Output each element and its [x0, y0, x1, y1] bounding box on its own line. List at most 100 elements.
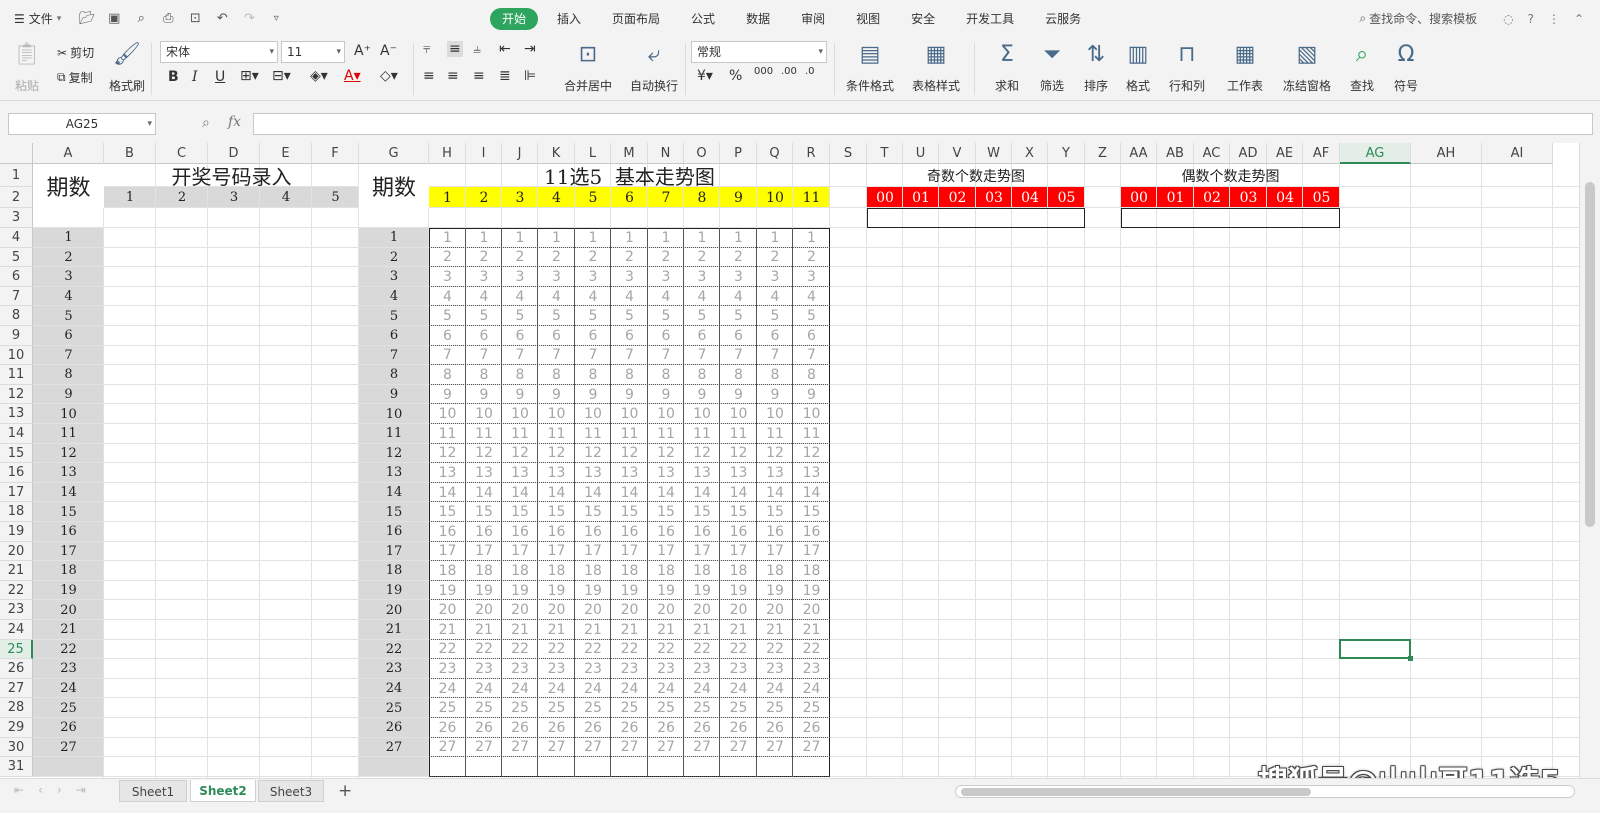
first-sheet-icon[interactable]: ⇤ — [14, 783, 24, 797]
trend-cell[interactable]: 18 — [611, 561, 648, 581]
trend-cell[interactable]: 27 — [466, 738, 502, 758]
trend-cell[interactable]: 21 — [575, 620, 611, 640]
trend-cell[interactable]: 12 — [684, 444, 720, 464]
sort-button[interactable]: ⇅ 排序 — [1074, 41, 1118, 94]
trend-cell[interactable]: 15 — [575, 502, 611, 522]
trend-cell[interactable]: 1 — [611, 228, 648, 248]
worksheet-grid[interactable]: A B C D E F G H I J K L M N O P Q R S T U V W X Y Z AA AB AC AD AE AF AG… — [0, 143, 1600, 778]
trend-cell[interactable]: 17 — [720, 542, 757, 562]
period-cell[interactable]: 5 — [33, 306, 104, 326]
trend-cell[interactable]: 6 — [429, 326, 466, 346]
trend-cell[interactable]: 24 — [429, 679, 466, 699]
tab-0[interactable]: 开始 — [490, 8, 539, 30]
trend-cell[interactable]: 19 — [793, 581, 830, 601]
redo-icon[interactable]: ↷ — [240, 10, 258, 28]
trend-cell[interactable]: 11 — [720, 424, 757, 444]
trend-cell[interactable]: 17 — [648, 542, 684, 562]
trend-cell[interactable]: 8 — [611, 365, 648, 385]
trend-cell[interactable]: 4 — [648, 287, 684, 307]
trend-cell[interactable]: 26 — [502, 718, 538, 738]
trend-cell[interactable]: 12 — [757, 444, 793, 464]
format-painter-button[interactable]: 🖌︎ 格式刷 — [108, 41, 146, 94]
period-cell-2[interactable]: 19 — [359, 581, 429, 601]
outdent-icon[interactable]: ⇤ — [499, 41, 511, 57]
trend-cell[interactable]: 19 — [648, 581, 684, 601]
period-cell-2[interactable]: 1 — [359, 228, 429, 248]
trend-cell[interactable]: 7 — [538, 346, 575, 366]
trend-cell[interactable]: 26 — [429, 718, 466, 738]
row-header-1[interactable]: 1 — [0, 164, 33, 187]
trend-cell[interactable]: 7 — [611, 346, 648, 366]
merge-center-button[interactable]: ⊡ 合并居中 — [560, 41, 616, 94]
period-cell[interactable]: 23 — [33, 659, 104, 679]
trend-cell[interactable]: 22 — [429, 640, 466, 660]
row-header-10[interactable]: 10 — [0, 345, 33, 366]
trend-cell[interactable]: 2 — [538, 248, 575, 268]
trend-cell[interactable]: 18 — [502, 561, 538, 581]
trend-cell[interactable]: 13 — [720, 463, 757, 483]
align-bottom-icon[interactable]: ⫨ — [473, 41, 481, 57]
column-header-q[interactable]: Q — [757, 143, 793, 164]
trend-cell[interactable]: 24 — [538, 679, 575, 699]
trend-cell[interactable]: 6 — [611, 326, 648, 346]
period-cell-2[interactable]: 2 — [359, 248, 429, 268]
row-header-5[interactable]: 5 — [0, 247, 33, 268]
period-cell[interactable]: 6 — [33, 326, 104, 346]
row-header-7[interactable]: 7 — [0, 286, 33, 307]
trend-cell[interactable]: 23 — [720, 659, 757, 679]
align-top-icon[interactable]: ⫧ — [423, 41, 431, 57]
trend-cell[interactable]: 26 — [720, 718, 757, 738]
trend-cell[interactable]: 1 — [538, 228, 575, 248]
period-cell[interactable]: 18 — [33, 561, 104, 581]
tab-9[interactable]: 云服务 — [1033, 8, 1093, 30]
trend-cell[interactable]: 2 — [611, 248, 648, 268]
period-cell[interactable]: 14 — [33, 483, 104, 503]
trend-cell[interactable]: 2 — [720, 248, 757, 268]
period-cell[interactable]: 9 — [33, 385, 104, 405]
trend-cell[interactable]: 19 — [575, 581, 611, 601]
number-format-select[interactable]: 常规 — [691, 41, 827, 63]
trend-cell[interactable]: 14 — [429, 483, 466, 503]
trend-cell[interactable]: 9 — [611, 385, 648, 405]
trend-cell[interactable]: 21 — [502, 620, 538, 640]
trend-cell[interactable]: 12 — [466, 444, 502, 464]
tab-2[interactable]: 页面布局 — [600, 8, 672, 30]
row-header-2[interactable]: 2 — [0, 187, 33, 208]
thousands-icon[interactable]: 000 — [754, 66, 773, 77]
tab-8[interactable]: 开发工具 — [954, 8, 1026, 30]
trend-cell[interactable]: 24 — [684, 679, 720, 699]
trend-cell[interactable]: 27 — [793, 738, 830, 758]
trend-cell[interactable]: 3 — [466, 267, 502, 287]
period-cell-2[interactable]: 9 — [359, 385, 429, 405]
trend-cell[interactable]: 16 — [720, 522, 757, 542]
trend-cell[interactable]: 22 — [502, 640, 538, 660]
period-cell[interactable]: 24 — [33, 679, 104, 699]
trend-cell[interactable]: 7 — [757, 346, 793, 366]
trend-cell[interactable]: 16 — [684, 522, 720, 542]
period-cell[interactable]: 27 — [33, 738, 104, 758]
trend-cell[interactable]: 8 — [684, 365, 720, 385]
trend-cell[interactable]: 14 — [466, 483, 502, 503]
trend-cell[interactable]: 15 — [720, 502, 757, 522]
undo-icon[interactable]: ↶ — [213, 10, 231, 28]
trend-cell[interactable]: 12 — [538, 444, 575, 464]
trend-cell[interactable]: 1 — [720, 228, 757, 248]
justify-icon[interactable]: ≣ — [499, 68, 511, 84]
trend-cell[interactable]: 17 — [793, 542, 830, 562]
trend-cell[interactable]: 25 — [538, 698, 575, 718]
trend-cell[interactable]: 23 — [793, 659, 830, 679]
tab-4[interactable]: 数据 — [734, 8, 782, 30]
period-cell-2[interactable]: 25 — [359, 698, 429, 718]
trend-cell[interactable]: 1 — [429, 228, 466, 248]
trend-cell[interactable]: 4 — [793, 287, 830, 307]
trend-cell[interactable]: 8 — [757, 365, 793, 385]
trend-cell[interactable]: 12 — [793, 444, 830, 464]
help-icon[interactable]: ? — [1528, 12, 1534, 26]
decrease-decimal-icon[interactable]: .0 — [805, 66, 815, 77]
trend-cell[interactable]: 10 — [538, 404, 575, 424]
trend-cell[interactable]: 6 — [684, 326, 720, 346]
trend-cell[interactable]: 1 — [757, 228, 793, 248]
trend-cell[interactable]: 23 — [502, 659, 538, 679]
trend-cell[interactable]: 22 — [793, 640, 830, 660]
trend-cell[interactable]: 3 — [720, 267, 757, 287]
